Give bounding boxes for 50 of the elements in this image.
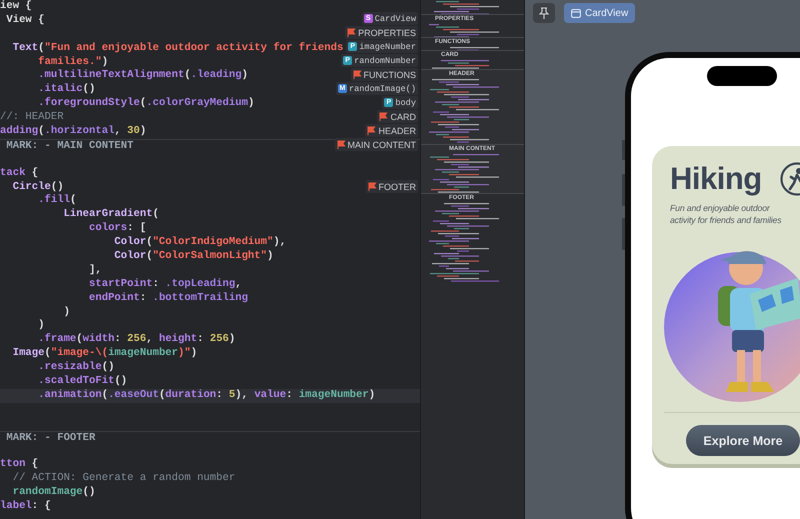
card-description: Fun and enjoyable outdoor activity for friends and families [670,202,782,226]
code-line: Color("ColorSalmonLight") [113,250,274,264]
code-line: startPoint: .topLeading, [88,278,242,292]
code-line: tack { [0,166,38,181]
code-line: .scaledToFit() [37,375,128,389]
code-line: .foregroundStyle(.colorGrayMedium) [37,97,254,112]
code-line: .resizable() [37,361,114,375]
code-line: .italic() [37,83,96,97]
flag-icon [347,28,356,37]
preview-selector[interactable]: CardView [564,3,636,23]
code-line: adding(.horizontal, 30) [0,125,146,139]
code-line: .animation(.easeOut(duration: 5), value: imageNumber) [37,388,376,403]
code-line: View { [5,14,45,28]
window-icon [571,8,581,18]
code-line: .fill( [37,194,76,208]
code-line: tton { [0,458,38,472]
outline-item[interactable]: MAIN CONTENT [334,138,418,151]
code-line: Circle() [12,180,64,194]
explore-more-button[interactable]: Explore More [686,425,800,456]
code-line: families.") [37,56,108,69]
code-line: Color("ColorIndigoMedium"), [113,236,286,250]
mark-comment: MARK: - MAIN CONTENT [5,140,134,154]
code-line: ) [37,319,45,333]
flag-icon [368,182,376,191]
code-line: Text("Fun and enjoyable outdoor activity for friends [12,42,344,56]
code-line: ], [88,264,102,278]
pin-button[interactable] [533,3,555,23]
outline-item[interactable]: FOOTER [366,180,418,193]
mark-comment: MARK: - FOOTER [5,432,96,446]
flag-icon [336,140,346,149]
code-line: colors: [ [88,222,146,236]
code-line: iew { [0,0,32,14]
code-line: endPoint: .bottomTrailing [88,292,248,306]
outline-item[interactable]: PROPERTIES [345,26,418,39]
pin-icon [539,7,549,19]
code-line: label: { [0,500,51,514]
code-line: randomImage() [12,486,96,500]
code-line: .multilineTextAlignment(.leading) [37,69,248,83]
code-line: .frame(width: 256, height: 256) [37,333,236,347]
code-line: LinearGradient( [62,208,159,222]
code-line: // ACTION: Generate a random number [12,472,236,486]
code-line: Image("image-\(imageNumber)") [12,347,198,361]
card-title: Hiking [670,162,762,196]
code-line: //: HEADER [0,111,64,125]
flag-icon [352,70,362,79]
code-line: ) [62,306,70,320]
outline-item[interactable]: FUNCTIONS [350,68,418,81]
outline-item[interactable]: CARD [377,110,418,123]
outline-item[interactable]: HEADER [365,124,418,137]
dynamic-island [707,66,777,86]
